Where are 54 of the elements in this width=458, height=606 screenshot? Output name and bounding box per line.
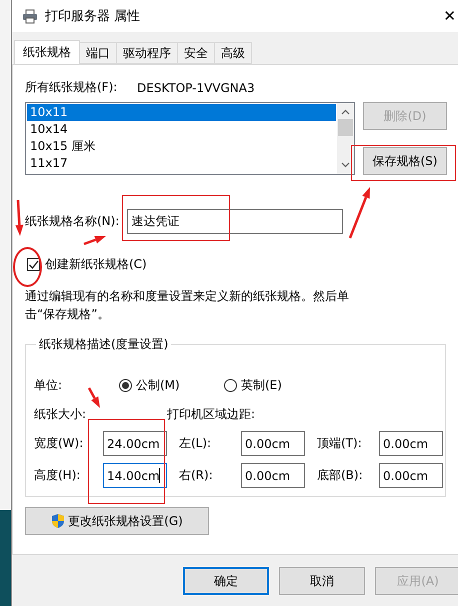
tab[interactable]: 纸张规格 bbox=[14, 40, 80, 64]
window-title: 打印服务器 属性 bbox=[45, 8, 142, 25]
checkbox-label: 创建新纸张规格(C) bbox=[45, 256, 147, 273]
annotation-arrow bbox=[15, 200, 24, 236]
radio-button[interactable] bbox=[224, 379, 237, 392]
shield-icon bbox=[51, 513, 66, 529]
list-item[interactable]: 10x15 厘米 bbox=[27, 138, 336, 155]
tab[interactable]: 驱动程序 bbox=[116, 42, 178, 64]
checkbox[interactable] bbox=[27, 258, 40, 271]
description-text: 通过编辑现有的名称和度量设置来定义新的纸张规格。然后单击“保存规格”。 bbox=[25, 288, 350, 323]
units-label: 单位: bbox=[34, 377, 64, 394]
group-title: 纸张规格描述(度量设置) bbox=[38, 336, 170, 353]
size-label: 纸张大小: bbox=[34, 406, 88, 423]
dimension-field[interactable]: 24.00cm bbox=[103, 431, 167, 456]
change-settings-button[interactable]: 更改纸张规格设置(G) bbox=[25, 507, 209, 535]
scrollbar[interactable] bbox=[337, 103, 354, 174]
dimension-label: 右(R): bbox=[179, 467, 214, 484]
dimension-field[interactable]: 14.00cm bbox=[103, 463, 167, 488]
scroll-up-icon[interactable] bbox=[341, 109, 350, 115]
dialog-button[interactable]: 确定 bbox=[183, 567, 269, 595]
dimension-label: 左(L): bbox=[179, 435, 212, 452]
scroll-down-icon[interactable] bbox=[341, 162, 350, 168]
dialog-button[interactable]: 取消 bbox=[279, 567, 365, 595]
server-name: DESKTOP-1VVGNA3 bbox=[137, 80, 255, 94]
list-item[interactable]: 10x14 bbox=[27, 121, 336, 138]
form-name-label: 纸张规格名称(N): bbox=[25, 213, 120, 230]
margins-label: 打印机区域边距: bbox=[167, 406, 256, 423]
dimension-label: 底部(B): bbox=[317, 467, 364, 484]
dimension-field[interactable]: 0.00cm bbox=[379, 431, 443, 456]
tab[interactable]: 端口 bbox=[79, 42, 117, 64]
dimension-field[interactable]: 0.00cm bbox=[241, 463, 305, 488]
radio-button[interactable] bbox=[119, 379, 132, 392]
dimension-label: 高度(H): bbox=[34, 467, 82, 484]
tab[interactable]: 高级 bbox=[214, 42, 252, 64]
annotation-arrow bbox=[88, 387, 100, 408]
scrollbar-thumb[interactable] bbox=[338, 119, 353, 136]
forms-list[interactable]: 10x11 10x14 10x15 厘米 11x17 bbox=[25, 102, 355, 175]
tab[interactable]: 安全 bbox=[177, 42, 215, 64]
form-button[interactable]: 保存规格(S) bbox=[363, 147, 447, 175]
list-item[interactable]: 11x17 bbox=[27, 155, 336, 172]
radio-label: 英制(E) bbox=[241, 377, 282, 394]
dimension-label: 顶端(T): bbox=[317, 435, 363, 452]
printer-icon bbox=[22, 8, 38, 24]
form-name-field[interactable]: 速达凭证 bbox=[127, 209, 344, 234]
annotation-arrow bbox=[348, 187, 370, 238]
annotation-arrow bbox=[84, 236, 106, 246]
annotation-circle bbox=[13, 247, 42, 287]
close-icon[interactable]: ✕ bbox=[443, 7, 458, 25]
dimension-field[interactable]: 0.00cm bbox=[379, 463, 443, 488]
dimension-field[interactable]: 0.00cm bbox=[241, 431, 305, 456]
forms-label: 所有纸张规格(F): bbox=[25, 79, 118, 96]
dimension-label: 宽度(W): bbox=[34, 435, 84, 452]
list-item[interactable]: 10x11 bbox=[27, 104, 336, 121]
radio-label: 公制(M) bbox=[136, 377, 180, 394]
